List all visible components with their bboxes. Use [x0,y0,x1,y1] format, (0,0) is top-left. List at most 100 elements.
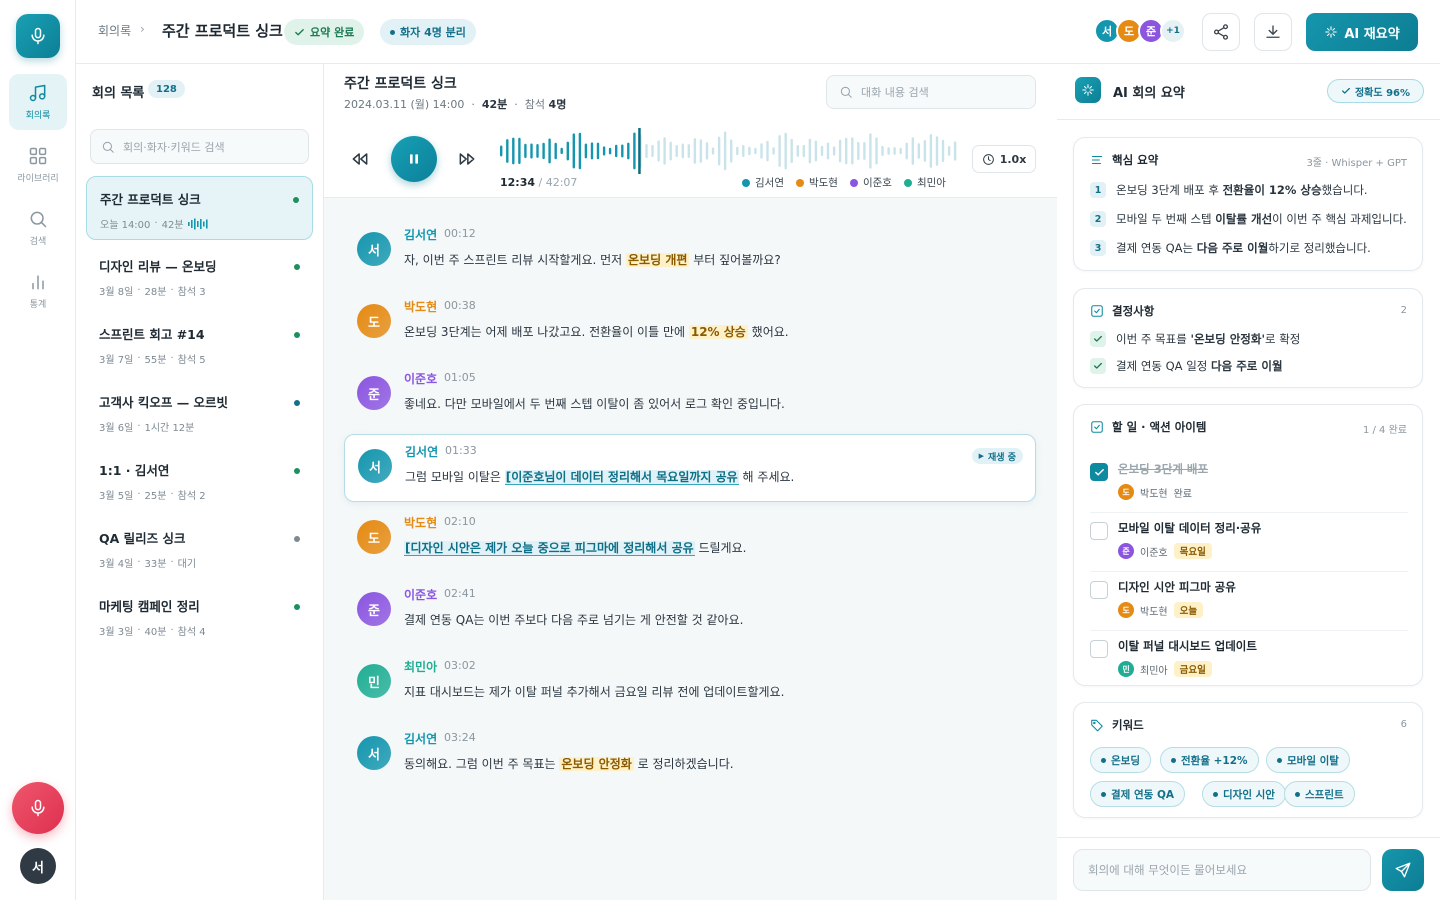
meeting-item[interactable]: 스프린트 회고 #14 3월 7일 · 55분 · 참석 5 [86,312,313,376]
meeting-item-duration: 55분 [144,355,167,366]
task-checkbox[interactable] [1090,581,1108,599]
nav-stats[interactable]: 통계 [9,263,67,319]
meeting-item-title: QA 릴리즈 싱크 [99,531,186,546]
speaker-name: 박도현 [404,516,438,530]
ai-resummary-label: AI 재요약 [1344,26,1400,42]
legend-mina: 최민아 [903,175,946,190]
waveform-bar [905,142,908,160]
utterance[interactable]: 준 이준호 02:41 결제 연동 QA는 이번 주보다 다음 주로 넘기는 게 안전… [344,578,1036,646]
playback-speed-button[interactable]: 1.0x [972,145,1036,173]
app-logo-mic-icon[interactable] [16,14,60,58]
summary-text-part: 이탈률 개선 [1215,212,1273,226]
utterance-text-part: 좋네요. 다만 모바일에서 두 번째 스텝 이탈이 좀 있어서 로그 확인 중입… [404,397,785,411]
summary-line-text: 모바일 두 번째 스텝 이탈률 개선이 이번 주 핵심 과제입니다. [1116,211,1407,227]
summary-status-badge: 요약 완료 [284,19,365,45]
waveform-bar [802,144,805,158]
task-meta: 도 박도현 완료 [1118,484,1192,500]
utterance-timestamp[interactable]: 00:38 [444,299,476,312]
record-button[interactable] [12,782,64,834]
share-button[interactable] [1202,13,1240,51]
download-button[interactable] [1254,13,1292,51]
meeting-item[interactable]: 1:1 · 김서연 3월 5일 · 25분 · 참석 2 [86,448,313,512]
check-icon [1090,331,1106,347]
ask-ai-input[interactable]: 회의에 대해 무엇이든 물어보세요 [1073,849,1371,891]
speaker-avatar: 도 [357,304,391,338]
meta-separator: · [137,353,141,364]
task-checkbox[interactable] [1090,522,1108,540]
summary-line-number: 1 [1090,182,1106,198]
waveform-bar [663,137,666,165]
meeting-item-extra: 대기 [177,559,197,570]
breadcrumb-chevron-icon: › [140,22,145,36]
meeting-item[interactable]: 디자인 리뷰 — 온보딩 3월 8일 · 28분 · 참석 3 [86,244,313,308]
task-checkbox[interactable] [1090,463,1108,481]
keyword-chip[interactable]: 모바일 이탈 [1266,747,1350,773]
keyword-chip[interactable]: 디자인 시안 [1202,781,1286,807]
keyword-chip[interactable]: 스프린트 [1284,781,1355,807]
task-due-badge: 목요일 [1173,543,1212,559]
utterance[interactable]: 서 김서연 01:33 그럼 모바일 이탈은 [이준호님이 데이터 정리해서 목요일까… [344,434,1036,502]
utterance[interactable]: 준 이준호 01:05 좋네요. 다만 모바일에서 두 번째 스텝 이탈이 좀 있어서… [344,362,1036,430]
utterance-text-part: 결제 연동 QA는 이번 주보다 다음 주로 넘기는 게 안전할 것 같아요. [404,613,744,627]
search-icon [30,211,47,228]
nav-library[interactable]: 라이브러리 [9,137,67,193]
utterance-timestamp[interactable]: 02:41 [444,587,476,600]
playhead[interactable] [638,128,641,174]
utterance[interactable]: 민 최민아 03:02 지표 대시보드는 제가 이탈 퍼널 추가해서 금요일 리뷰 전… [344,650,1036,718]
legend-dohyun: 박도현 [795,175,838,190]
meeting-duration: 42분 [481,98,508,111]
speaker-dot-icon [390,29,395,35]
checkbox-icon [1091,421,1103,433]
meeting-search-input[interactable]: 회의·화자·키워드 검색 [90,129,309,164]
nav-meetings[interactable]: 회의록 [9,74,67,130]
utterance[interactable]: 도 박도현 02:10 [디자인 시안은 제가 오늘 중으로 피그마에 정리해서 공유… [344,506,1036,574]
utterance-timestamp[interactable]: 03:02 [444,659,476,672]
meeting-item-title: 스프린트 회고 #14 [99,327,205,342]
pause-button[interactable] [391,136,437,182]
highlight: [디자인 시안은 제가 오늘 중으로 피그마에 정리해서 공유 [404,541,695,556]
meeting-item-date: 3월 6일 [99,423,134,434]
decisions-count: 2 [1400,305,1407,316]
waveform-bar [578,132,582,170]
send-button[interactable] [1382,849,1424,891]
meeting-item[interactable]: 고객사 킥오프 — 오르빗 3월 6일 · 1시간 12분 [86,380,313,444]
utterance[interactable]: 서 김서연 00:12 자, 이번 주 스프린트 리뷰 시작할게요. 먼저 온보딩 개… [344,218,1036,286]
speaker-avatar: 준 [357,376,391,410]
breadcrumb-meetings[interactable]: 회의록 [98,22,131,39]
ai-summary-panel: AI 회의 요약 정확도 96% 핵심 요약 3줄 · Whisper + GP… [1057,64,1440,900]
lines-icon [1091,155,1103,165]
utterance-timestamp[interactable]: 02:10 [444,515,476,528]
tasks-progress: 1 / 4 완료 [1362,425,1407,436]
user-avatar[interactable]: 서 [20,848,56,884]
ai-resummary-button[interactable]: AI 재요약 [1306,13,1418,51]
utterance-timestamp[interactable]: 01:33 [445,444,477,457]
utterance[interactable]: 서 김서연 03:24 동의해요. 그럼 이번 주 목표는 온보딩 안정화 로 정리하… [344,722,1036,790]
waveform-bar [596,142,600,160]
utterance-timestamp[interactable]: 01:05 [444,371,476,384]
task-due-badge: 금요일 [1173,661,1212,677]
meeting-item[interactable]: 주간 프로덕트 싱크 오늘 14:00 · 42분 [86,176,313,240]
keyword-chip[interactable]: 전환율 +12% [1160,747,1259,773]
utterance-timestamp[interactable]: 00:12 [444,227,476,240]
meeting-item-title: 마케팅 캠페인 정리 [99,599,200,614]
waveform-bar [742,144,745,158]
utterance-timestamp[interactable]: 03:24 [444,731,476,744]
speaker-badge-label: 화자 4명 분리 [400,26,466,39]
waveform-bar [869,133,872,169]
forward-button[interactable] [457,149,477,169]
waveform-bar [875,137,878,165]
keyword-chip[interactable]: 온보딩 [1090,747,1151,773]
meeting-item[interactable]: 마케팅 캠페인 정리 3월 3일 · 40분 · 참석 4 [86,584,313,648]
transcript-search-input[interactable]: 대화 내용 검색 [826,75,1036,109]
summary-text-part: 했습니다. [1321,183,1368,197]
waveform-bar [736,146,739,156]
waveform-scrubber[interactable] [500,128,960,174]
ask-ai-placeholder: 회의에 대해 무엇이든 물어보세요 [1088,863,1248,877]
nav-search[interactable]: 검색 [9,200,67,256]
meeting-item[interactable]: QA 릴리즈 싱크 3월 4일 · 33분 · 대기 [86,516,313,580]
task-checkbox[interactable] [1090,640,1108,658]
rewind-button[interactable] [350,149,370,169]
utterance[interactable]: 도 박도현 00:38 온보딩 3단계는 어제 배포 나갔고요. 전환율이 이틀 만에… [344,290,1036,358]
keyword-dot-icon [1213,791,1218,797]
keyword-chip[interactable]: 결제 연동 QA [1090,781,1186,807]
